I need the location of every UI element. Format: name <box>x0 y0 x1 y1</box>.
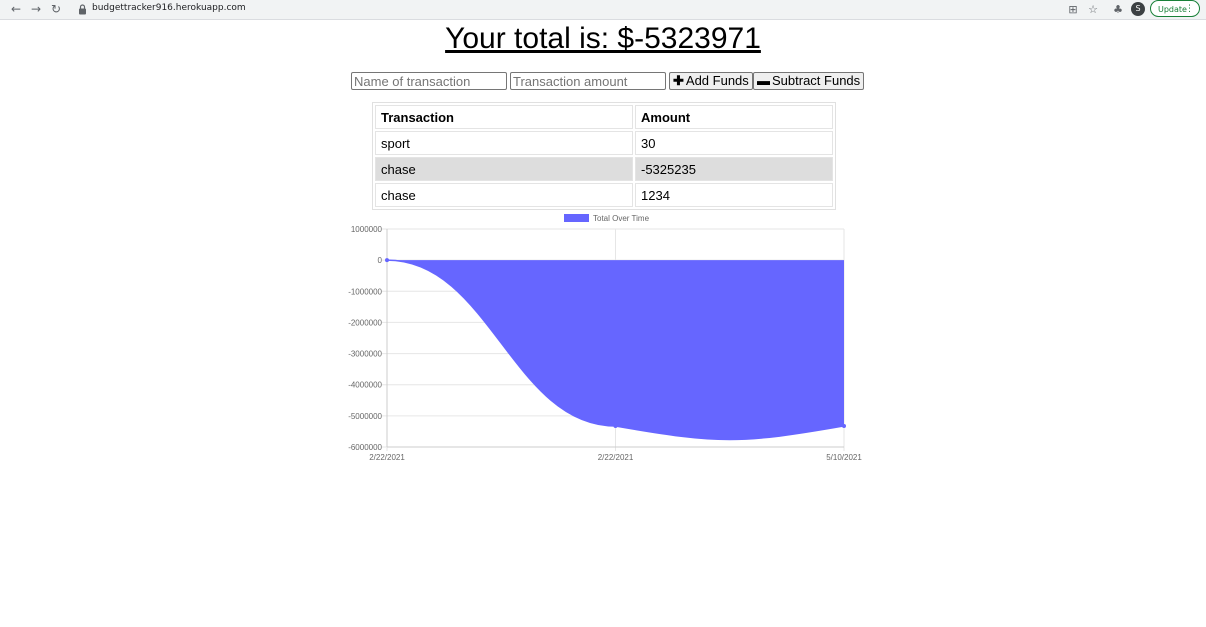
y-tick-label: -3000000 <box>348 350 382 359</box>
plus-icon: ✚ <box>673 73 684 88</box>
menu-dots-icon[interactable]: ⋮ <box>1185 1 1194 18</box>
subtract-funds-label: Subtract Funds <box>772 73 861 88</box>
transaction-name-cell: chase <box>375 157 633 181</box>
x-tick-label: 2/22/2021 <box>598 453 634 462</box>
data-point <box>385 258 389 263</box>
lock-icon <box>79 4 86 15</box>
url-text: budgettracker916.herokuapp.com <box>92 3 246 13</box>
table-row: chase -5325235 <box>375 157 833 181</box>
data-point <box>613 423 618 428</box>
transactions-table: Transaction Amount sport 30 chase -53252… <box>372 102 836 210</box>
y-tick-label: -6000000 <box>348 443 382 452</box>
total-heading: Your total is: $-5323971 <box>445 22 761 55</box>
subtract-funds-button[interactable]: ▬ Subtract Funds <box>753 72 865 90</box>
table-row: chase 1234 <box>375 183 833 207</box>
data-point <box>842 423 846 428</box>
bookmark-star-icon[interactable]: ☆ <box>1086 2 1100 17</box>
y-tick-label: 1000000 <box>351 225 383 234</box>
update-button[interactable]: Update ⋮ <box>1150 0 1200 17</box>
transaction-name-input[interactable] <box>351 72 507 90</box>
series-area <box>387 260 844 440</box>
column-header-amount: Amount <box>635 105 833 129</box>
address-bar[interactable]: budgettracker916.herokuapp.com <box>70 1 1144 18</box>
forward-icon[interactable]: → <box>28 2 44 17</box>
update-label: Update <box>1158 5 1187 14</box>
y-tick-label: -2000000 <box>348 318 382 327</box>
transaction-amount-cell: 30 <box>635 131 833 155</box>
total-over-time-chart: 1000000 0 -1000000 -2000000 -3000000 -4000000… <box>348 214 862 462</box>
y-tick-label: 0 <box>378 256 383 265</box>
legend-swatch <box>564 214 589 222</box>
profile-avatar[interactable]: S <box>1131 2 1145 16</box>
install-app-icon[interactable]: ⊞ <box>1066 2 1080 17</box>
add-funds-label: Add Funds <box>685 73 749 88</box>
browser-toolbar: ← → ↻ budgettracker916.herokuapp.com ⊞ ☆… <box>0 0 1206 20</box>
y-tick-label: -1000000 <box>348 287 382 296</box>
transaction-amount-input[interactable] <box>510 72 666 90</box>
transaction-amount-cell: 1234 <box>635 183 833 207</box>
transaction-name-cell: sport <box>375 131 633 155</box>
table-header-row: Transaction Amount <box>375 105 833 129</box>
column-header-transaction: Transaction <box>375 105 633 129</box>
back-icon[interactable]: ← <box>8 2 24 17</box>
x-tick-label: 2/22/2021 <box>369 453 405 462</box>
y-tick-label: -4000000 <box>348 381 382 390</box>
x-tick-label: 5/10/2021 <box>826 453 862 462</box>
transaction-amount-cell: -5325235 <box>635 157 833 181</box>
y-tick-label: -5000000 <box>348 412 382 421</box>
transaction-name-cell: chase <box>375 183 633 207</box>
add-funds-button[interactable]: ✚ Add Funds <box>669 72 753 90</box>
minus-icon: ▬ <box>757 73 770 88</box>
extensions-puzzle-icon[interactable]: ♣ <box>1111 2 1125 17</box>
table-row: sport 30 <box>375 131 833 155</box>
reload-icon[interactable]: ↻ <box>48 2 64 17</box>
legend-label: Total Over Time <box>593 214 650 223</box>
